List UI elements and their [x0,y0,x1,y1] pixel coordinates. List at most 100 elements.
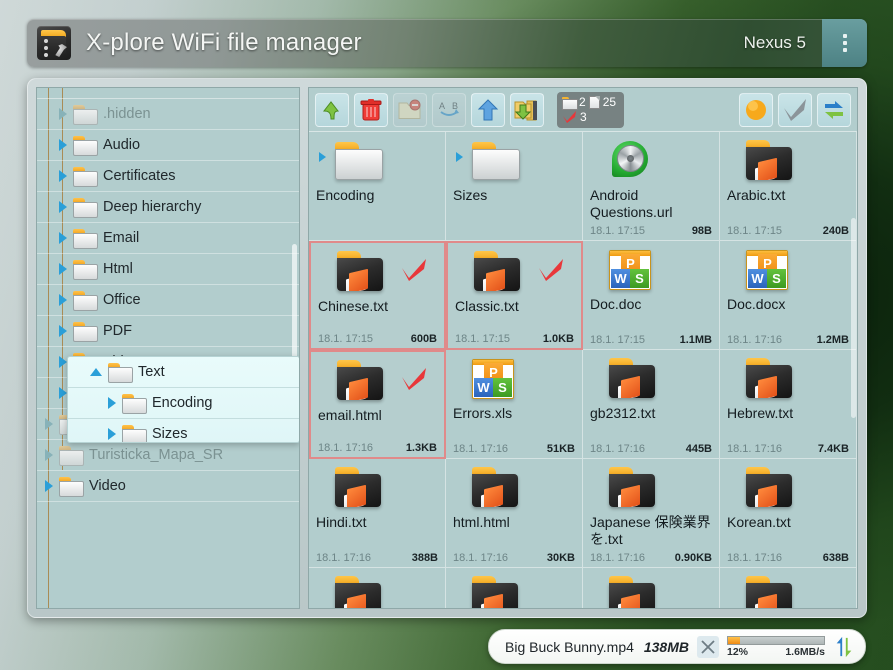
file-grid-item[interactable]: PWSErrors.xls18.1. 17:1651KB [446,350,583,459]
expand-folder-arrow[interactable] [319,152,326,162]
tree-expand-arrow[interactable] [59,170,67,182]
file-icon-row: PWS [727,247,849,295]
tree-expand-arrow[interactable] [59,356,67,368]
sidebar-selected-group[interactable]: Text Encoding Sizes [67,356,300,443]
sidebar-item-audio[interactable]: Audio [37,130,299,161]
download-progress-bar [727,636,825,645]
rename-button[interactable]: A B [432,93,466,127]
file-grid-item[interactable]: Hindi.txt18.1. 17:16388B [309,459,446,568]
transfer-arrows-icon[interactable] [833,636,855,658]
tree-expand-arrow[interactable] [59,232,67,244]
tree-expand-arrow[interactable] [59,325,67,337]
file-grid-item[interactable]: Chinese.txt18.1. 17:15600B [309,241,446,350]
tree-expand-arrow[interactable] [108,397,116,409]
sidebar-item-office[interactable]: Office [37,285,299,316]
text-file-icon [746,576,792,608]
overflow-menu-button[interactable] [822,19,867,67]
download-cancel-button[interactable] [697,636,719,658]
sidebar-item-encoding[interactable]: Encoding [68,388,299,419]
tree-expand-arrow[interactable] [59,294,67,306]
sidebar-item-text[interactable]: Text [68,357,299,388]
folder-icon [73,167,96,185]
text-file-icon [746,140,792,180]
file-meta: 18.1. 17:151.1MB [590,334,712,349]
tree-collapse-arrow[interactable] [90,368,102,376]
file-icon-row [316,574,438,608]
sidebar-item-pdf[interactable]: PDF [37,316,299,347]
file-name: Doc.docx [727,296,849,313]
tree-expand-arrow[interactable] [59,139,67,151]
file-grid-scrollbar[interactable] [851,218,856,418]
file-grid-item[interactable]: html.html 18.1. 17:1630KB [446,459,583,568]
file-grid-item[interactable]: gb2312.txt18.1. 17:16445B [583,350,720,459]
file-meta: 18.1. 17:1630KB [453,552,575,567]
overflow-dot [843,48,847,52]
up-folder-button[interactable] [315,93,349,127]
file-name: html.html [453,514,575,531]
file-icon-row: PWS [453,356,575,404]
file-grid-item[interactable]: email.html18.1. 17:161.3KB [309,350,446,459]
file-date: 18.1. 17:16 [590,443,645,455]
sidebar-item-deep-hierarchy[interactable]: Deep hierarchy [37,192,299,223]
sidebar-item-html[interactable]: Html [37,254,299,285]
download-filename: Big Buck Bunny.mp4 [505,639,634,655]
folder-icon [335,142,383,180]
file-grid-item[interactable]: PWSDoc.docx 18.1. 17:161.2MB [720,241,857,350]
selected-check-icon [538,259,564,281]
file-date: 18.1. 17:16 [453,443,508,455]
file-icon-row [590,356,712,404]
file-meta: 18.1. 17:151.0KB [455,333,574,348]
file-grid-item[interactable]: Android Questions.url18.1. 17:1598B [583,132,720,241]
download-button[interactable] [510,93,544,127]
file-grid-item[interactable] [446,568,583,608]
file-date: 18.1. 17:16 [727,443,782,455]
upload-button[interactable] [471,93,505,127]
delete-button[interactable] [354,93,388,127]
sidebar-item-sizes[interactable]: Sizes [68,419,299,443]
tree-expand-arrow[interactable] [45,480,53,492]
sidebar-item-video[interactable]: Video [37,471,299,502]
svg-text:A: A [439,101,445,111]
file-meta: 18.1. 17:161.2MB [727,334,849,349]
file-icon-row [590,138,712,186]
file-grid-item[interactable]: Japanese 保険業界を.txt18.1. 17:160.90KB [583,459,720,568]
file-icon-row [455,249,574,297]
sidebar-item-label: Encoding [152,395,212,411]
selection-counter-badge: 2 25 3 [557,92,624,128]
file-grid-item[interactable]: Korean.txt18.1. 17:16638B [720,459,857,568]
file-grid-item[interactable] [583,568,720,608]
tree-expand-arrow[interactable] [59,263,67,275]
file-grid-item[interactable] [720,568,857,608]
sidebar-item-turisticka-mapa-sr[interactable]: Turisticka_Mapa_SR [37,440,299,471]
selected-check-icon [401,368,427,390]
refresh-button[interactable] [817,93,851,127]
tree-expand-arrow[interactable] [59,387,67,399]
folder-tree-sidebar[interactable]: .hiddenAudioCertificatesDeep hierarchyEm… [36,87,300,609]
tree-expand-arrow[interactable] [45,449,53,461]
sidebar-item-hidden[interactable]: .hidden [37,99,299,130]
file-grid[interactable]: EncodingSizesAndroid Questions.url18.1. … [309,132,857,608]
select-all-button[interactable] [778,93,812,127]
tree-expand-arrow[interactable] [108,428,116,440]
file-grid-item[interactable]: Classic.txt18.1. 17:151.0KB [446,241,583,350]
expand-folder-arrow[interactable] [456,152,463,162]
file-grid-item[interactable] [309,568,446,608]
file-grid-item[interactable]: Arabic.txt18.1. 17:15240B [720,132,857,241]
file-name: Japanese 保険業界を.txt [590,514,712,548]
file-date: 18.1. 17:15 [590,334,645,346]
sidebar-item-email[interactable]: Email [37,223,299,254]
sidebar-item-partial-top[interactable] [37,88,299,99]
new-folder-button[interactable] [393,93,427,127]
tree-expand-arrow[interactable] [45,418,53,430]
tree-expand-arrow[interactable] [59,108,67,120]
file-grid-item[interactable]: PWSDoc.doc18.1. 17:151.1MB [583,241,720,350]
file-grid-item[interactable]: Encoding [309,132,446,241]
tree-expand-arrow[interactable] [59,201,67,213]
file-grid-item[interactable]: Hebrew.txt18.1. 17:167.4KB [720,350,857,459]
file-icon-row [318,249,437,297]
file-size: 51KB [547,443,575,455]
download-progress-fill [728,637,740,644]
sidebar-item-certificates[interactable]: Certificates [37,161,299,192]
file-grid-item[interactable]: Sizes [446,132,583,241]
theme-button[interactable] [739,93,773,127]
